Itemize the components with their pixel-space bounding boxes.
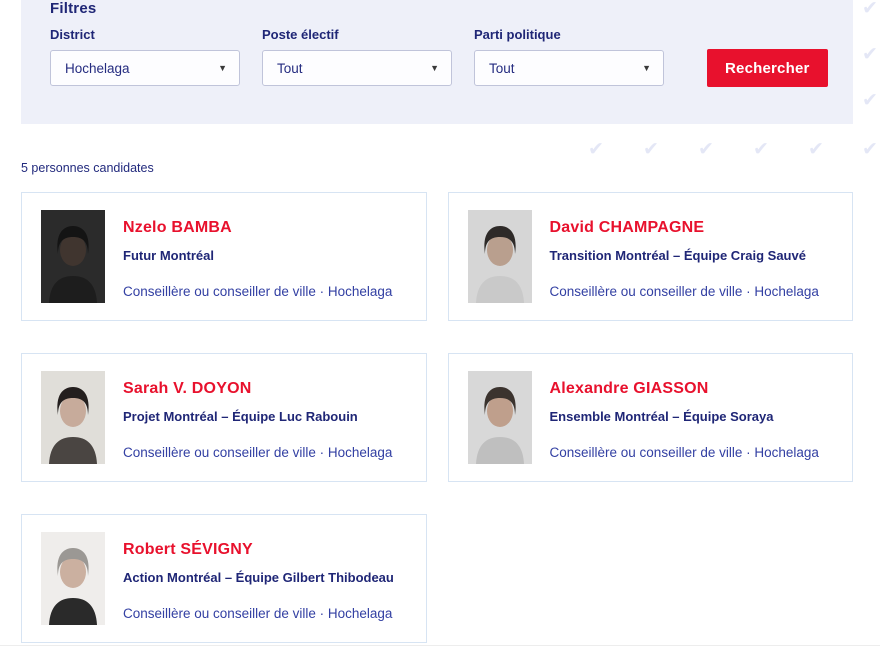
- checkmark-icon: ✔: [862, 45, 878, 64]
- candidates-grid: Nzelo BAMBA Futur Montréal Conseillère o…: [21, 192, 853, 643]
- candidate-card[interactable]: Sarah V. DOYON Projet Montréal – Équipe …: [21, 353, 427, 482]
- candidate-card[interactable]: David CHAMPAGNE Transition Montréal – Éq…: [448, 192, 854, 321]
- checkmark-icon: ✔: [808, 140, 824, 159]
- candidate-card[interactable]: Robert SÉVIGNY Action Montréal – Équipe …: [21, 514, 427, 643]
- parti-select[interactable]: Tout ▼: [474, 50, 664, 86]
- section-divider: [0, 645, 880, 646]
- candidate-party: Projet Montréal – Équipe Luc Rabouin: [123, 409, 392, 424]
- candidate-info: Alexandre GIASSON Ensemble Montréal – Éq…: [550, 371, 819, 464]
- candidate-party: Action Montréal – Équipe Gilbert Thibode…: [123, 570, 394, 585]
- checkmark-icon: ✔: [862, 140, 878, 159]
- checkmark-icon: ✔: [753, 140, 769, 159]
- filter-field-poste: Poste électif Tout ▼: [262, 27, 452, 86]
- candidate-card[interactable]: Alexandre GIASSON Ensemble Montréal – Éq…: [448, 353, 854, 482]
- checkmark-icon: ✔: [862, 91, 878, 110]
- candidate-photo: [468, 371, 532, 464]
- parti-select-value: Tout: [489, 61, 515, 76]
- results-count: 5 personnes candidates: [21, 161, 154, 175]
- candidate-party: Ensemble Montréal – Équipe Soraya: [550, 409, 819, 424]
- district-select-value: Hochelaga: [65, 61, 130, 76]
- checkmark-icon: ✔: [698, 140, 714, 159]
- district-label: District: [50, 27, 240, 42]
- poste-select-value: Tout: [277, 61, 303, 76]
- candidate-info: Nzelo BAMBA Futur Montréal Conseillère o…: [123, 210, 392, 303]
- filter-field-district: District Hochelaga ▼: [50, 27, 240, 86]
- candidate-info: Sarah V. DOYON Projet Montréal – Équipe …: [123, 371, 392, 464]
- candidate-name: Alexandre GIASSON: [550, 380, 819, 398]
- candidate-party: Transition Montréal – Équipe Craig Sauvé: [550, 248, 819, 263]
- candidate-role: Conseillère ou conseiller de ville · Hoc…: [123, 606, 394, 621]
- candidate-photo: [41, 532, 105, 625]
- chevron-down-icon: ▼: [430, 64, 439, 73]
- filters-panel: Filtres District Hochelaga ▼ Poste élect…: [21, 0, 853, 124]
- checkmark-icon: ✔: [862, 0, 878, 18]
- candidate-role: Conseillère ou conseiller de ville · Hoc…: [550, 445, 819, 460]
- candidate-role: Conseillère ou conseiller de ville · Hoc…: [550, 284, 819, 299]
- candidate-name: Sarah V. DOYON: [123, 380, 392, 398]
- checkmark-icon: ✔: [588, 140, 604, 159]
- poste-label: Poste électif: [262, 27, 452, 42]
- candidate-name: Robert SÉVIGNY: [123, 541, 394, 559]
- candidate-name: Nzelo BAMBA: [123, 219, 392, 237]
- candidate-info: Robert SÉVIGNY Action Montréal – Équipe …: [123, 532, 394, 625]
- candidate-info: David CHAMPAGNE Transition Montréal – Éq…: [550, 210, 819, 303]
- candidate-party: Futur Montréal: [123, 248, 392, 263]
- candidate-role: Conseillère ou conseiller de ville · Hoc…: [123, 445, 392, 460]
- checkmark-icon: ✔: [643, 140, 659, 159]
- parti-label: Parti politique: [474, 27, 664, 42]
- filters-title: Filtres: [50, 0, 853, 17]
- candidate-card[interactable]: Nzelo BAMBA Futur Montréal Conseillère o…: [21, 192, 427, 321]
- district-select[interactable]: Hochelaga ▼: [50, 50, 240, 86]
- chevron-down-icon: ▼: [218, 64, 227, 73]
- filters-row: District Hochelaga ▼ Poste électif Tout …: [50, 27, 853, 86]
- candidate-photo: [41, 371, 105, 464]
- candidate-photo: [468, 210, 532, 303]
- poste-select[interactable]: Tout ▼: [262, 50, 452, 86]
- candidate-name: David CHAMPAGNE: [550, 219, 819, 237]
- candidate-role: Conseillère ou conseiller de ville · Hoc…: [123, 284, 392, 299]
- chevron-down-icon: ▼: [642, 64, 651, 73]
- search-button[interactable]: Rechercher: [707, 49, 828, 87]
- filter-field-parti: Parti politique Tout ▼: [474, 27, 664, 86]
- candidate-photo: [41, 210, 105, 303]
